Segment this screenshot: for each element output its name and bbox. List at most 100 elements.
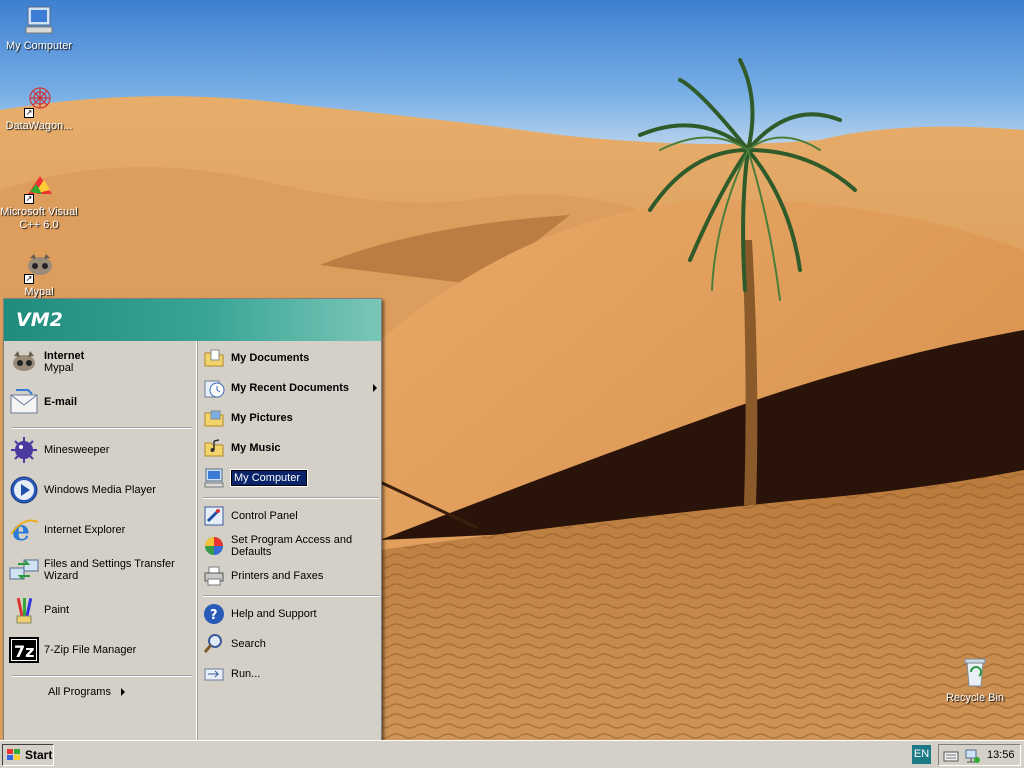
- pinned-email[interactable]: E-mail: [8, 385, 192, 419]
- recent-7zip[interactable]: 7z 7-Zip File Manager: [8, 633, 192, 667]
- desktop-icon-label: Recycle Bin: [945, 692, 1005, 704]
- help-icon: ?: [203, 603, 225, 625]
- printer-icon: [203, 565, 225, 587]
- program-label: Paint: [44, 604, 70, 616]
- all-programs-button[interactable]: All Programs: [48, 683, 148, 701]
- all-programs-label: All Programs: [48, 686, 111, 698]
- settings-label: Control Panel: [231, 510, 298, 522]
- place-my-documents[interactable]: My Documents: [203, 345, 381, 371]
- search-icon: [203, 633, 225, 655]
- separator: [203, 595, 379, 597]
- system-tray: 13:56: [938, 744, 1021, 766]
- place-my-recent-documents[interactable]: My Recent Documents: [203, 375, 381, 401]
- place-label: My Pictures: [231, 412, 293, 424]
- clock[interactable]: 13:56: [987, 749, 1015, 761]
- desktop-icon-mypal[interactable]: ↗ Mypal: [0, 250, 78, 299]
- recent-minesweeper[interactable]: Minesweeper: [8, 433, 192, 467]
- email-icon: [8, 386, 40, 418]
- taskbar: Start EN 13:56: [0, 740, 1024, 768]
- desktop-icon-label: DataWagon...: [5, 120, 73, 132]
- mypal-icon: ↗: [22, 250, 56, 284]
- transfer-wizard-icon: [8, 554, 40, 586]
- 7zip-icon: 7z: [8, 634, 40, 666]
- set-program-access[interactable]: Set Program Access and Defaults: [203, 531, 381, 561]
- recent-media-player[interactable]: Windows Media Player: [8, 473, 192, 507]
- pinned-title: E-mail: [44, 396, 78, 408]
- pinned-internet[interactable]: Internet Mypal: [8, 345, 192, 379]
- settings-label: Printers and Faxes: [231, 570, 324, 582]
- chevron-right-icon: [373, 384, 377, 392]
- recent-documents-icon: [203, 377, 225, 399]
- control-panel[interactable]: Control Panel: [203, 503, 381, 529]
- start-button[interactable]: Start: [2, 744, 54, 766]
- place-my-music[interactable]: My Music: [203, 435, 381, 461]
- separator: [12, 675, 192, 677]
- internet-explorer-icon: e: [8, 514, 40, 547]
- visual-cpp-icon: ↗: [22, 170, 56, 204]
- place-label: My Recent Documents: [231, 382, 349, 394]
- user-name: VM2: [16, 309, 63, 331]
- desktop-icon-label: Mypal: [24, 286, 54, 298]
- program-label: Internet Explorer: [44, 524, 126, 536]
- tools-label: Help and Support: [231, 608, 317, 620]
- start-menu-header: VM2: [4, 299, 381, 341]
- mypal-icon: [8, 346, 40, 378]
- recent-paint[interactable]: Paint: [8, 593, 192, 627]
- recycle-bin-icon: [958, 656, 992, 690]
- run[interactable]: Run...: [203, 661, 381, 687]
- desktop-icon-label: Microsoft Visual C++ 6.0: [0, 206, 78, 231]
- keyboard-icon[interactable]: [943, 749, 959, 766]
- media-player-icon: [8, 474, 40, 506]
- pinned-subtitle: Mypal: [44, 362, 74, 374]
- help-and-support[interactable]: ? Help and Support: [203, 601, 381, 627]
- svg-text:?: ?: [210, 608, 218, 623]
- network-icon[interactable]: [963, 747, 981, 768]
- control-panel-icon: [203, 505, 225, 527]
- shortcut-arrow-icon: ↗: [24, 274, 34, 284]
- separator: [12, 427, 192, 429]
- windows-logo-icon: [6, 748, 22, 762]
- desktop-icon-label: My Computer: [5, 40, 73, 52]
- program-label: 7-Zip File Manager: [44, 644, 137, 656]
- place-my-pictures[interactable]: My Pictures: [203, 405, 381, 431]
- pinned-title: Internet: [44, 350, 85, 362]
- run-icon: [203, 663, 225, 685]
- shortcut-arrow-icon: ↗: [24, 108, 34, 118]
- tools-label: Search: [231, 638, 266, 650]
- my-computer-icon: [203, 467, 225, 489]
- chevron-right-icon: [120, 688, 125, 696]
- svg-text:7z: 7z: [14, 642, 34, 661]
- program-access-icon: [203, 535, 225, 557]
- start-menu: VM2 Internet Mypal E-mail Minesweeper Wi…: [3, 298, 382, 742]
- documents-folder-icon: [203, 347, 225, 369]
- start-label: Start: [25, 748, 53, 762]
- music-folder-icon: [203, 437, 225, 459]
- program-label: Files and Settings Transfer Wizard: [44, 558, 175, 582]
- language-indicator[interactable]: EN: [912, 745, 931, 764]
- desktop-icon-datawagon[interactable]: ↗ DataWagon...: [0, 84, 78, 133]
- start-menu-right-pane: My Documents My Recent Documents My Pict…: [196, 341, 381, 741]
- desktop-icon-visual-cpp[interactable]: ↗ Microsoft Visual C++ 6.0: [0, 170, 78, 232]
- paint-icon: [8, 594, 40, 626]
- rename-field[interactable]: My Computer: [230, 469, 308, 487]
- place-my-computer[interactable]: My Computer: [203, 465, 381, 491]
- my-computer-icon: [22, 4, 56, 38]
- recent-internet-explorer[interactable]: e Internet Explorer: [8, 513, 192, 547]
- place-label: My Music: [231, 442, 281, 454]
- datawagon-icon: ↗: [22, 84, 56, 118]
- place-label: My Documents: [231, 352, 310, 364]
- program-label: Windows Media Player: [44, 484, 156, 496]
- settings-label: Set Program Access and Defaults: [231, 534, 353, 558]
- pictures-folder-icon: [203, 407, 225, 429]
- desktop-icon-my-computer[interactable]: My Computer: [0, 4, 78, 53]
- recent-transfer-wizard[interactable]: Files and Settings Transfer Wizard: [8, 553, 192, 587]
- shortcut-arrow-icon: ↗: [24, 194, 34, 204]
- separator: [203, 497, 379, 499]
- printers-and-faxes[interactable]: Printers and Faxes: [203, 563, 381, 589]
- program-label: Minesweeper: [44, 444, 110, 456]
- tools-label: Run...: [231, 668, 261, 680]
- start-menu-left-pane: Internet Mypal E-mail Minesweeper Windows…: [4, 341, 196, 741]
- minesweeper-icon: [8, 434, 40, 466]
- desktop-icon-recycle-bin[interactable]: Recycle Bin: [936, 656, 1014, 705]
- search[interactable]: Search: [203, 631, 381, 657]
